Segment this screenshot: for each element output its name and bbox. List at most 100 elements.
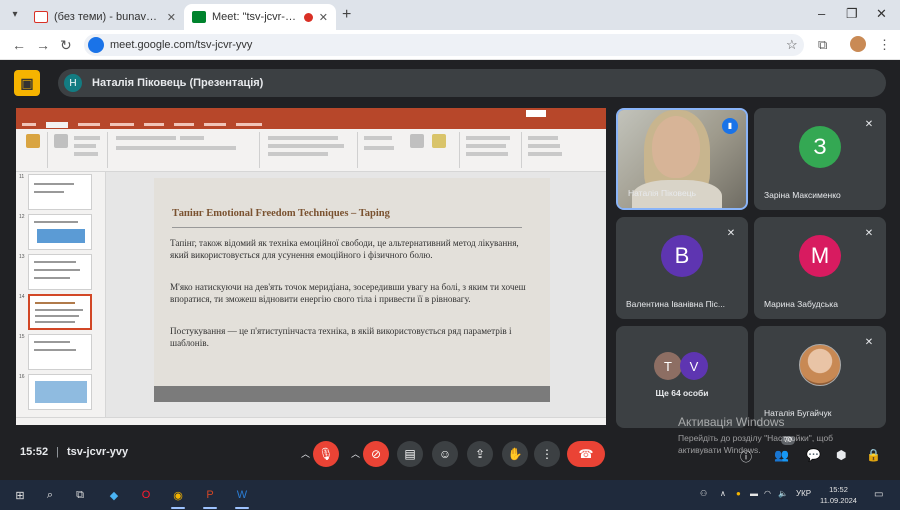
tile-zarina-maksymenko[interactable]: ✕ З Заріна Максименко xyxy=(754,108,886,210)
present-button[interactable]: ⇪ xyxy=(467,441,493,467)
network-icon[interactable]: ▬ xyxy=(750,489,758,498)
people-tray-icon[interactable]: ⚇ xyxy=(700,489,707,498)
site-info-icon[interactable] xyxy=(88,37,104,53)
ribbon-group xyxy=(18,132,48,168)
tile-nataliia-pikovets[interactable]: ▮ Наталія Піковець xyxy=(616,108,748,210)
language-indicator[interactable]: УКР xyxy=(796,489,811,498)
slide-thumbnail[interactable] xyxy=(28,214,92,250)
ribbon-group xyxy=(524,132,584,168)
thumb-number: 15 xyxy=(19,334,25,340)
task-view-icon[interactable]: ⧉ xyxy=(72,487,88,503)
windows-start-icon[interactable]: ⊞ xyxy=(12,487,28,503)
presenter-label: Наталія Піковець (Презентація) xyxy=(92,77,264,89)
tile-valentyna[interactable]: ✕ В Валентина Іванівна Піс... xyxy=(616,217,748,319)
mic-off-icon: ✕ xyxy=(726,228,736,239)
tab-gmail[interactable]: (без теми) - bunava17@gmail.c ✕ xyxy=(26,4,184,30)
meeting-info: 15:52 | tsv-jcvr-yvy xyxy=(20,446,129,458)
slide-thumbnail[interactable] xyxy=(28,374,92,410)
bookmark-star-icon[interactable]: ☆ xyxy=(786,37,798,53)
participant-avatar-small: V xyxy=(680,352,708,380)
slide-paragraph-1: Тапінг, також відомий як техніка емоційн… xyxy=(170,238,519,260)
extensions-icon[interactable]: ⧉ xyxy=(818,37,827,53)
slide-thumbnail[interactable] xyxy=(28,174,92,210)
opera-icon[interactable]: O xyxy=(138,487,154,503)
current-slide: Тапінг Emotional Freedom Techniques – Ta… xyxy=(154,178,550,402)
wifi-icon[interactable]: ◠ xyxy=(764,489,771,498)
tray-app-icon[interactable]: ● xyxy=(736,489,741,498)
notes-pane[interactable] xyxy=(106,398,606,408)
participant-avatar: З xyxy=(799,125,841,168)
tab-meet[interactable]: Meet: "tsv-jcvr-yvy" ✕ xyxy=(184,4,336,30)
presenter-avatar: Н xyxy=(64,74,82,92)
address-bar[interactable]: meet.google.com/tsv-jcvr-yvy xyxy=(84,34,804,56)
close-icon[interactable]: ✕ xyxy=(319,11,328,24)
leave-call-button[interactable]: ☎ xyxy=(567,441,605,467)
camera-off-button[interactable]: ⊘ xyxy=(363,441,389,467)
participant-name: Марина Забудська xyxy=(764,299,838,309)
slide-divider xyxy=(172,227,522,228)
present-tab-icon[interactable]: ▣ xyxy=(14,70,40,96)
reload-icon[interactable]: ↻ xyxy=(60,37,72,54)
camera-options-icon[interactable]: ︿ xyxy=(351,447,360,460)
tab-search-icon[interactable]: ▾ xyxy=(8,8,22,22)
more-options-button[interactable]: ⋮ xyxy=(534,441,560,467)
tray-chevron-icon[interactable]: ∧ xyxy=(720,489,726,498)
chrome-icon[interactable]: ◉ xyxy=(170,487,186,503)
word-icon[interactable]: W xyxy=(234,487,250,503)
share-button xyxy=(526,110,546,117)
meet-icon xyxy=(192,11,206,23)
powerpoint-ribbon xyxy=(16,129,606,172)
mic-off-icon: ✕ xyxy=(864,337,874,348)
new-tab-icon[interactable]: + xyxy=(342,6,351,24)
back-icon[interactable]: ← xyxy=(12,37,26,53)
tab-title: Meet: "tsv-jcvr-yvy" xyxy=(212,11,298,23)
mic-off-button[interactable]: 🎙 xyxy=(313,441,339,467)
thumb-number: 16 xyxy=(19,374,25,380)
emoji-button[interactable]: ☺ xyxy=(432,441,458,467)
mic-options-icon[interactable]: ︿ xyxy=(301,447,310,460)
slide-thumbnails: 11 12 13 14 15 16 xyxy=(16,172,106,417)
slide-paragraph-2: М'яко натискуючи на дев'ять точок мериді… xyxy=(170,282,526,304)
participant-name: Валентина Іванівна Піс... xyxy=(626,299,725,309)
search-icon[interactable]: ⌕ xyxy=(42,487,58,503)
raise-hand-button[interactable]: ✋ xyxy=(502,441,528,467)
powerpoint-icon[interactable]: P xyxy=(202,487,218,503)
participant-avatar: В xyxy=(661,234,703,277)
clock-date: 11.09.2024 xyxy=(820,496,857,505)
tile-more-participants[interactable]: Т V Ще 64 особи xyxy=(616,326,748,428)
thumb-number: 12 xyxy=(19,214,25,220)
slide-thumbnail-selected[interactable] xyxy=(28,294,92,330)
volume-icon[interactable]: 🔈 xyxy=(778,489,788,498)
participant-name: Заріна Максименко xyxy=(764,190,841,200)
tile-nataliia-buhaichuk[interactable]: ✕ Наталія Бугайчук xyxy=(754,326,886,428)
browser-tab-bar: ▾ (без теми) - bunava17@gmail.c ✕ Meet: … xyxy=(0,0,900,30)
app-icon[interactable]: ◆ xyxy=(106,487,122,503)
menu-dots-icon[interactable]: ⋮ xyxy=(878,37,891,53)
active-app-indicator xyxy=(235,507,249,509)
notifications-icon[interactable]: ▭ xyxy=(874,489,883,500)
ribbon-group xyxy=(110,132,260,168)
active-app-indicator xyxy=(171,507,185,509)
thumb-number: 11 xyxy=(19,174,25,180)
slide-thumbnail[interactable] xyxy=(28,334,92,370)
maximize-icon[interactable]: ❐ xyxy=(846,6,858,22)
powerpoint-status-bar xyxy=(16,417,606,425)
captions-button[interactable]: ▤ xyxy=(397,441,423,467)
taskbar-clock[interactable]: 15:52 11.09.2024 xyxy=(820,484,857,506)
meeting-time: 15:52 xyxy=(20,446,49,458)
address-bar-row: ← → ↻ meet.google.com/tsv-jcvr-yvy ☆ ⧉ ⋮ xyxy=(0,30,900,60)
forward-icon[interactable]: → xyxy=(36,37,50,53)
profile-avatar[interactable] xyxy=(850,36,866,52)
more-participants-label: Ще 64 особи xyxy=(655,388,709,398)
close-icon[interactable]: ✕ xyxy=(167,11,176,24)
tile-maryna-zabudska[interactable]: ✕ М Марина Забудська xyxy=(754,217,886,319)
slide-title: Тапінг Emotional Freedom Techniques – Ta… xyxy=(172,208,390,219)
minimize-icon[interactable]: – xyxy=(818,6,825,21)
screen: ▾ (без теми) - bunava17@gmail.c ✕ Meet: … xyxy=(0,0,900,510)
ribbon-group xyxy=(360,132,460,168)
slide-thumbnail[interactable] xyxy=(28,254,92,290)
thumb-number: 13 xyxy=(19,254,25,260)
meeting-code: tsv-jcvr-yvy xyxy=(67,446,129,458)
presentation-banner[interactable]: Н Наталія Піковець (Презентація) xyxy=(58,69,886,97)
close-window-icon[interactable]: ✕ xyxy=(876,6,887,22)
